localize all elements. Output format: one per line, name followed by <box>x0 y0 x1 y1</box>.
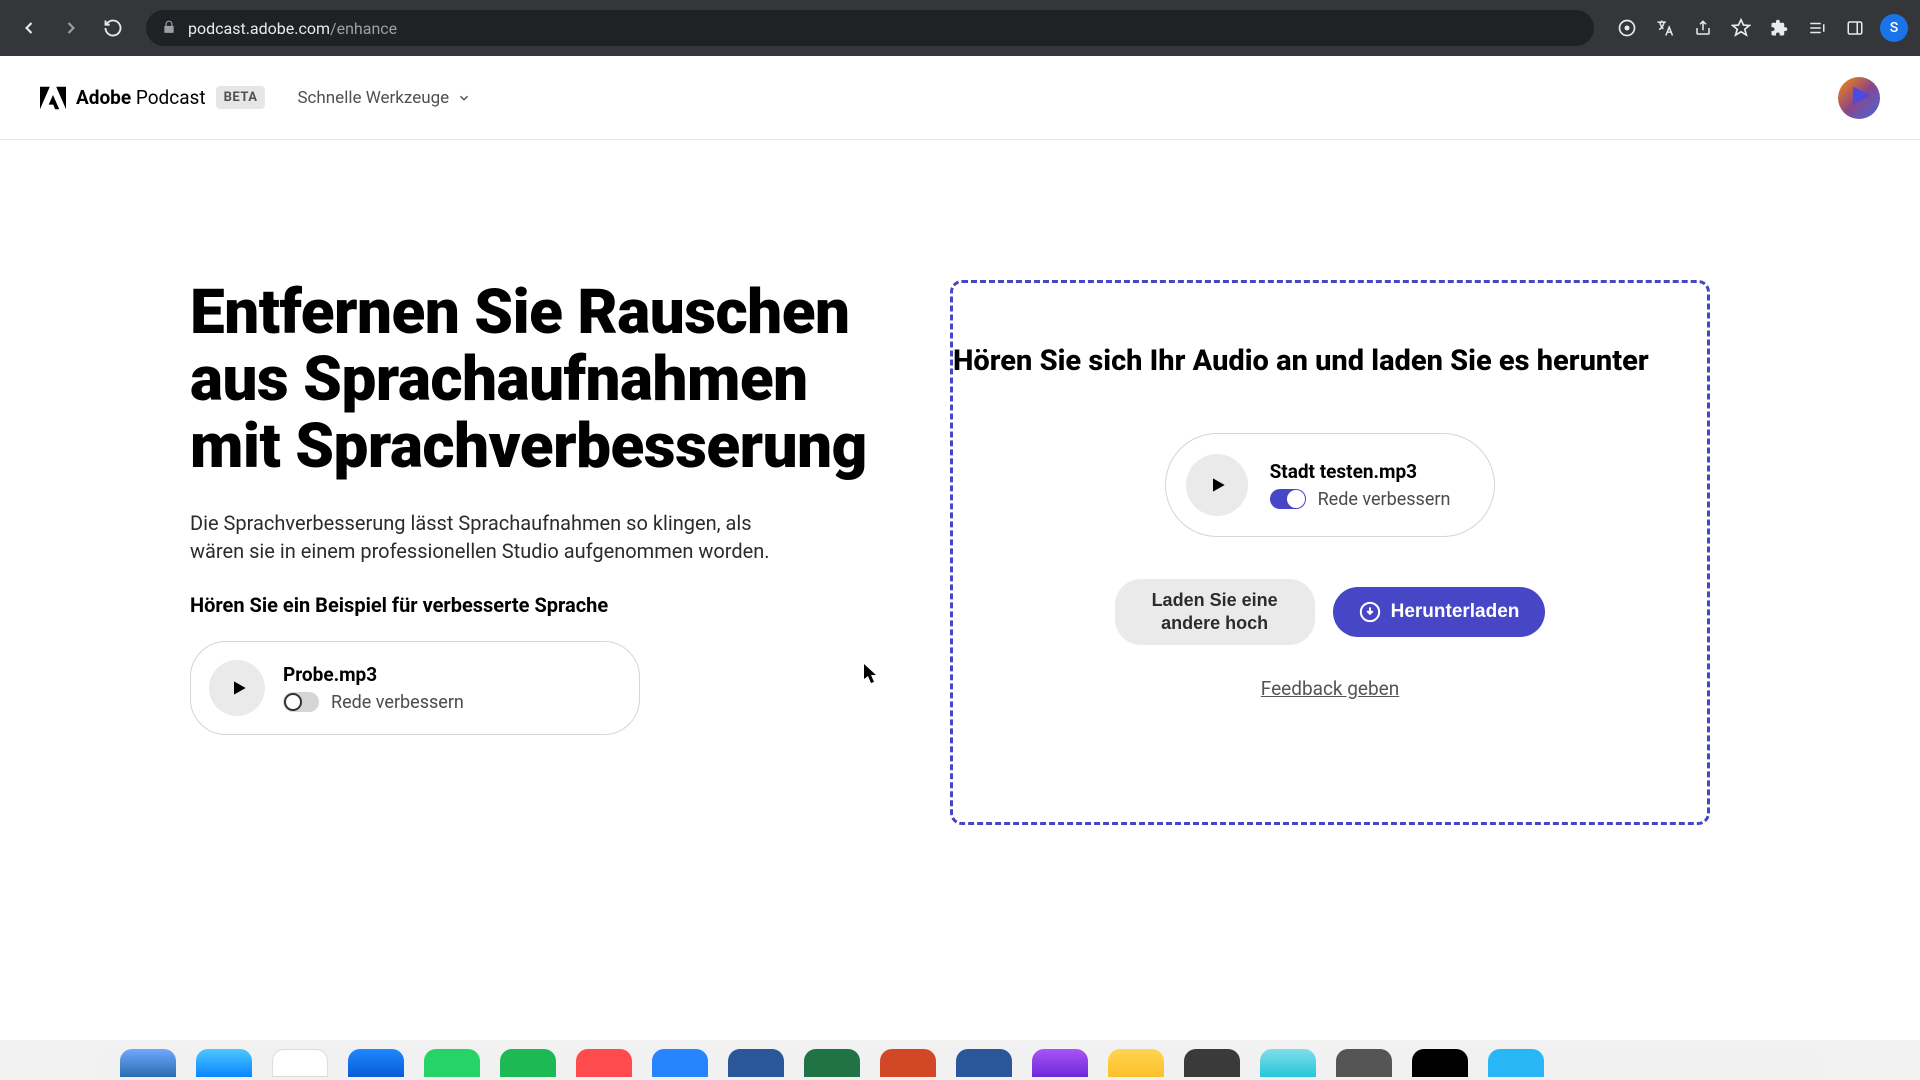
download-icon <box>1359 601 1381 623</box>
action-row: Laden Sie eine andere hoch Herunterladen <box>1115 579 1546 646</box>
feedback-link[interactable]: Feedback geben <box>1261 677 1399 700</box>
browser-profile-avatar[interactable]: S <box>1880 14 1908 42</box>
back-button[interactable] <box>12 11 46 45</box>
result-audio-card: Stadt testen.mp3 Rede verbessern <box>1165 433 1496 537</box>
sample-toggle-label: Rede verbessern <box>331 692 464 713</box>
browser-toolbar: podcast.adobe.com/enhance S <box>0 0 1920 56</box>
dock-app-teal[interactable] <box>1260 1049 1316 1077</box>
sample-play-button[interactable] <box>209 660 265 716</box>
result-panel-heading: Hören Sie sich Ihr Audio an und laden Si… <box>949 343 1707 381</box>
dock-app-spotify[interactable] <box>500 1049 556 1077</box>
user-avatar[interactable] <box>1838 77 1880 119</box>
dock-app-finder[interactable] <box>120 1049 176 1077</box>
tools-dropdown-label: Schnelle Werkzeuge <box>297 88 449 108</box>
intro-column: Entfernen Sie Rauschen aus Sprachaufnahm… <box>190 280 870 825</box>
logo-text: Adobe Podcast <box>76 86 206 109</box>
reading-list-icon[interactable] <box>1800 11 1834 45</box>
play-icon <box>1208 475 1228 495</box>
dock-app-whatsapp[interactable] <box>424 1049 480 1077</box>
dock-app-mail[interactable] <box>348 1049 404 1077</box>
arrow-right-icon <box>61 18 81 38</box>
result-panel: Hören Sie sich Ihr Audio an und laden Si… <box>950 280 1710 825</box>
result-play-button[interactable] <box>1186 454 1248 516</box>
dock-app-black[interactable] <box>1412 1049 1468 1077</box>
download-button[interactable]: Herunterladen <box>1333 587 1546 637</box>
reload-button[interactable] <box>96 11 130 45</box>
tools-dropdown[interactable]: Schnelle Werkzeuge <box>297 88 471 108</box>
logo[interactable]: Adobe Podcast BETA <box>40 86 265 110</box>
result-enhance-toggle[interactable] <box>1270 489 1306 509</box>
dock-app-excel[interactable] <box>804 1049 860 1077</box>
dock-app-powerpoint[interactable] <box>880 1049 936 1077</box>
upload-another-button[interactable]: Laden Sie eine andere hoch <box>1115 579 1315 646</box>
dock-app-blue[interactable] <box>1488 1049 1544 1077</box>
sample-audio-card: Probe.mp3 Rede verbessern <box>190 641 640 735</box>
forward-button[interactable] <box>54 11 88 45</box>
download-button-label: Herunterladen <box>1391 601 1520 623</box>
dock-app-safari[interactable] <box>196 1049 252 1077</box>
extensions-icon[interactable] <box>1762 11 1796 45</box>
browser-actions: S <box>1610 11 1908 45</box>
reload-icon <box>103 18 123 38</box>
google-lens-icon[interactable] <box>1610 11 1644 45</box>
dock-app-settings[interactable] <box>1184 1049 1240 1077</box>
macos-dock <box>0 1040 1920 1080</box>
dock-app-chrome[interactable] <box>272 1049 328 1077</box>
dock-app-trello[interactable] <box>652 1049 708 1077</box>
share-icon[interactable] <box>1686 11 1720 45</box>
chevron-down-icon <box>457 91 471 105</box>
page-title: Entfernen Sie Rauschen aus Sprachaufnahm… <box>190 280 870 481</box>
dock-app-drive[interactable] <box>1108 1049 1164 1077</box>
beta-badge: BETA <box>216 86 266 109</box>
translate-icon[interactable] <box>1648 11 1682 45</box>
dock-app-word-alt[interactable] <box>728 1049 784 1077</box>
dock-app-purple[interactable] <box>1032 1049 1088 1077</box>
adobe-logo-icon <box>40 86 66 110</box>
result-filename: Stadt testen.mp3 <box>1270 460 1451 483</box>
sample-enhance-toggle[interactable] <box>283 692 319 712</box>
url-bar[interactable]: podcast.adobe.com/enhance <box>146 10 1594 46</box>
arrow-left-icon <box>19 18 39 38</box>
example-heading: Hören Sie ein Beispiel für verbesserte S… <box>190 593 870 617</box>
site-header: Adobe Podcast BETA Schnelle Werkzeuge <box>0 56 1920 140</box>
sample-filename: Probe.mp3 <box>283 663 464 686</box>
play-icon <box>229 678 249 698</box>
result-toggle-label: Rede verbessern <box>1318 489 1451 510</box>
dock-app-todoist[interactable] <box>576 1049 632 1077</box>
page-description: Die Sprachverbesserung lässt Sprachaufna… <box>190 509 810 565</box>
bookmark-icon[interactable] <box>1724 11 1758 45</box>
lock-icon <box>162 19 176 38</box>
main-content: Entfernen Sie Rauschen aus Sprachaufnahm… <box>0 140 1920 825</box>
url-text: podcast.adobe.com/enhance <box>188 19 397 38</box>
dock-app-gray[interactable] <box>1336 1049 1392 1077</box>
dock-app-word[interactable] <box>956 1049 1012 1077</box>
sidepanel-icon[interactable] <box>1838 11 1872 45</box>
